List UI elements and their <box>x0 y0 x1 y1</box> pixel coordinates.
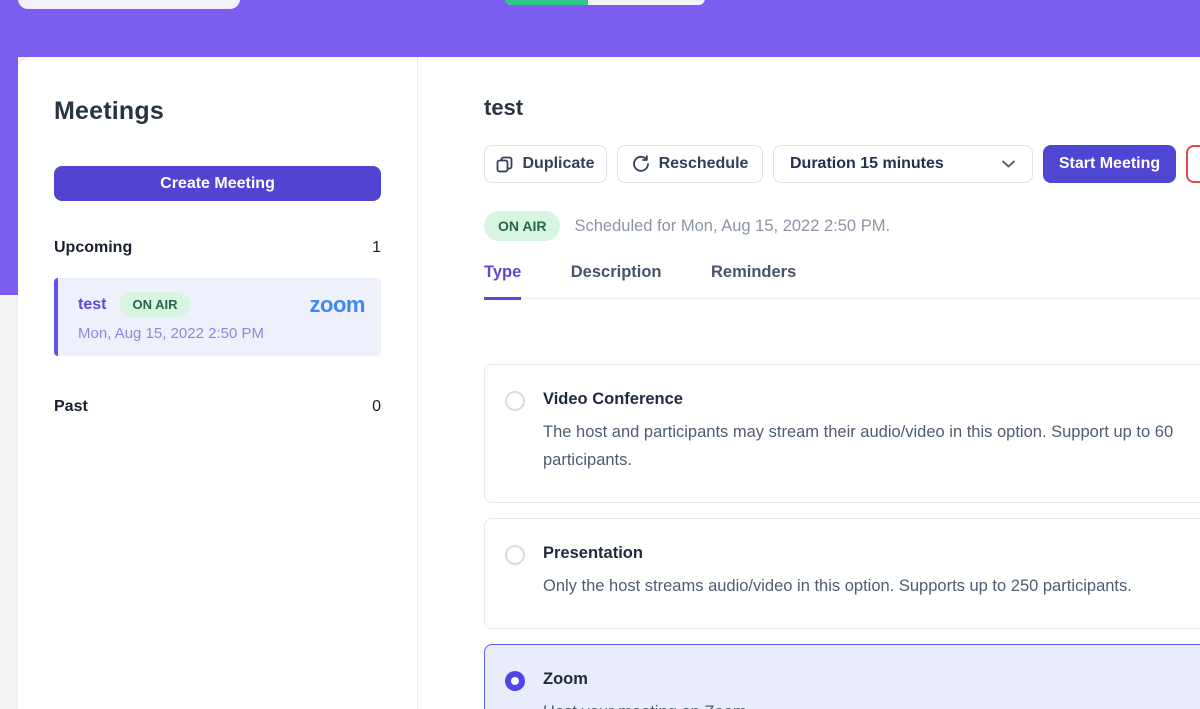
meeting-list-item[interactable]: test ON AIR zoom Mon, Aug 15, 2022 2:50 … <box>54 278 381 356</box>
tab-description[interactable]: Description <box>571 263 662 297</box>
meeting-datetime: Mon, Aug 15, 2022 2:50 PM <box>78 325 365 342</box>
header-left-strip <box>0 57 18 295</box>
scheduled-text: Scheduled for Mon, Aug 15, 2022 2:50 PM. <box>574 217 890 236</box>
refresh-icon <box>632 155 650 173</box>
duration-select[interactable]: Duration 15 minutes <box>773 145 1033 183</box>
meeting-name: test <box>78 296 106 314</box>
duration-value: Duration 15 minutes <box>790 155 944 173</box>
top-partial-card <box>18 0 240 9</box>
radio-selected-icon[interactable] <box>505 671 525 691</box>
tab-bar: Type Description Reminders <box>484 263 1200 299</box>
start-meeting-button[interactable]: Start Meeting <box>1043 145 1176 183</box>
past-section-header[interactable]: Past 0 <box>54 398 381 416</box>
option-presentation[interactable]: Presentation Only the host streams audio… <box>484 518 1200 629</box>
zoom-logo: zoom <box>310 294 365 316</box>
meetings-panel: Meetings Create Meeting Upcoming 1 test … <box>18 57 1200 709</box>
upcoming-label: Upcoming <box>54 239 132 257</box>
meeting-type-options: Video Conference The host and participan… <box>484 364 1200 709</box>
sidebar-title: Meetings <box>54 97 381 126</box>
option-video-conference[interactable]: Video Conference The host and participan… <box>484 364 1200 503</box>
duplicate-button[interactable]: Duplicate <box>484 145 607 183</box>
option-description: Host your meeting on Zoom <box>543 698 747 709</box>
option-title: Zoom <box>543 670 747 689</box>
option-zoom[interactable]: Zoom Host your meeting on Zoom <box>484 644 1200 709</box>
option-description: The host and participants may stream the… <box>543 418 1200 474</box>
reschedule-label: Reschedule <box>659 155 749 173</box>
meeting-detail: test Duplicate Reschedul <box>484 57 1200 709</box>
toolbar: Duplicate Reschedule Duration 15 minutes <box>484 145 1200 183</box>
radio-unselected-icon[interactable] <box>505 391 525 411</box>
status-row: ON AIR Scheduled for Mon, Aug 15, 2022 2… <box>484 211 1200 241</box>
delete-button-partial[interactable] <box>1186 145 1200 183</box>
radio-unselected-icon[interactable] <box>505 545 525 565</box>
reschedule-button[interactable]: Reschedule <box>617 145 763 183</box>
upcoming-count: 1 <box>372 239 381 257</box>
top-progress-fill <box>505 0 588 5</box>
option-title: Presentation <box>543 544 1132 563</box>
top-progress-bar <box>505 0 705 5</box>
chevron-down-icon <box>1001 159 1016 169</box>
past-label: Past <box>54 398 88 416</box>
on-air-badge: ON AIR <box>484 211 560 241</box>
option-description: Only the host streams audio/video in thi… <box>543 572 1132 600</box>
upcoming-section-header[interactable]: Upcoming 1 <box>54 239 381 257</box>
duplicate-label: Duplicate <box>522 155 594 173</box>
page-title: test <box>484 95 1200 121</box>
option-title: Video Conference <box>543 390 1200 409</box>
copy-icon <box>496 156 513 173</box>
create-meeting-button[interactable]: Create Meeting <box>54 166 381 201</box>
tab-reminders[interactable]: Reminders <box>711 263 796 297</box>
on-air-badge: ON AIR <box>119 292 190 317</box>
past-count: 0 <box>372 398 381 416</box>
sidebar: Meetings Create Meeting Upcoming 1 test … <box>18 57 418 709</box>
tab-type[interactable]: Type <box>484 263 521 300</box>
